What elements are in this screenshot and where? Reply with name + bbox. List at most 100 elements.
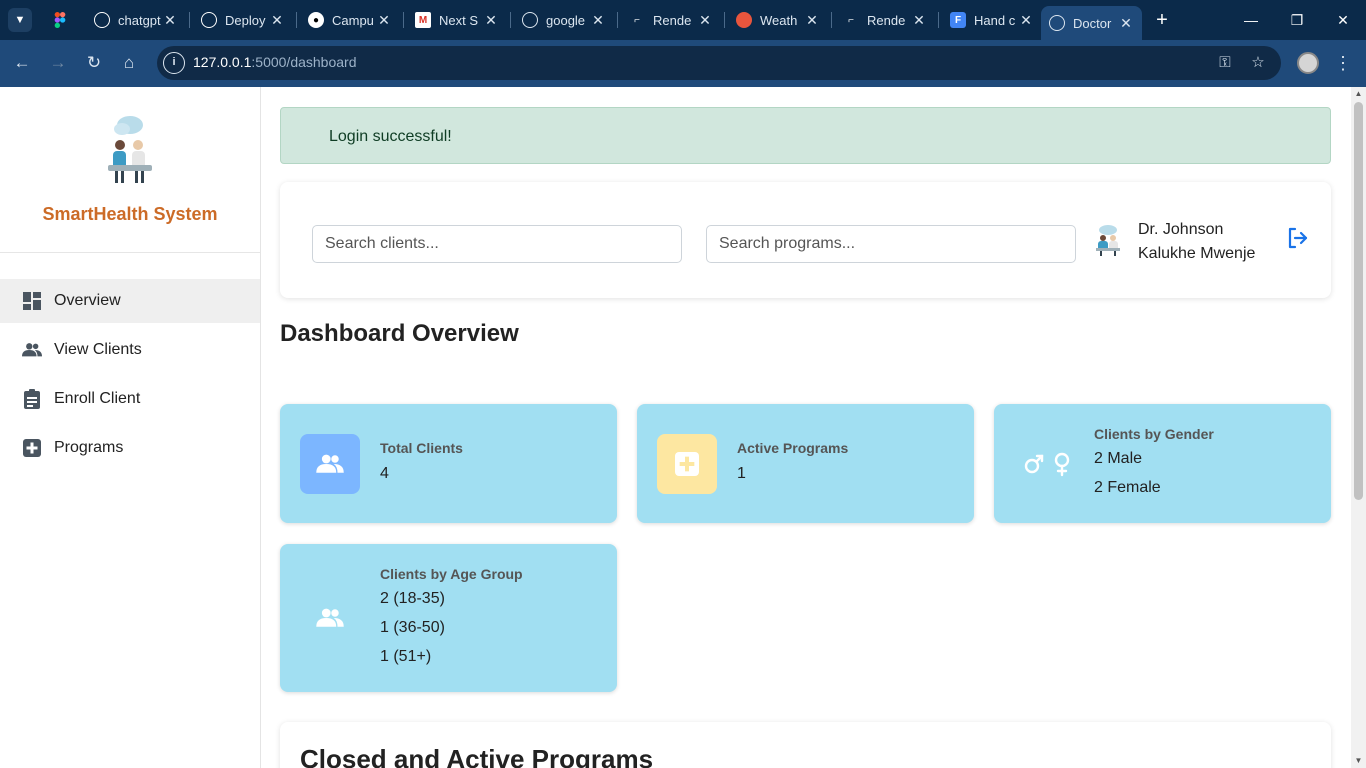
stat-card-active-programs: Active Programs 1 [637,404,974,523]
scrollbar-thumb[interactable] [1354,102,1363,500]
close-icon[interactable]: ✕ [1118,15,1134,32]
logout-icon[interactable] [1286,226,1310,250]
search-programs-input[interactable] [706,225,1076,263]
stat-value-female: 2 Female [1094,479,1161,496]
users-icon [300,434,360,494]
tab-deploy[interactable]: Deploy ✕ [193,6,293,34]
minimize-button[interactable]: — [1239,8,1263,32]
password-key-icon[interactable]: ⚿ [1214,52,1236,74]
close-icon[interactable]: ✕ [269,12,285,29]
search-clients-input[interactable] [312,225,682,263]
close-icon[interactable]: ✕ [590,12,606,29]
stat-label: Clients by Gender [1094,426,1214,442]
sidebar-item-label: Enroll Client [54,390,141,407]
browser-menu-button[interactable]: ⋮ [1333,51,1353,75]
tab-weather[interactable]: Weath ✕ [728,6,828,34]
sidebar: SmartHealth System Overview View Clients… [0,87,261,768]
plus-square-icon [22,438,42,458]
new-tab-button[interactable]: + [1150,8,1174,32]
tab-render-1[interactable]: ⌐ Rende ✕ [621,6,721,34]
bookmark-star-icon[interactable]: ☆ [1247,52,1269,74]
tab-separator [403,12,404,28]
logo-icon [104,115,156,185]
doctor-avatar [1092,224,1124,256]
tab-separator [510,12,511,28]
tab-separator [189,12,190,28]
github-icon: ● [308,12,324,28]
programs-section: Closed and Active Programs [280,722,1331,768]
sidebar-item-programs[interactable]: Programs [0,426,260,470]
sidebar-item-overview[interactable]: Overview [0,279,260,323]
page-title: Dashboard Overview [280,320,519,347]
stat-card-clients-by-age: Clients by Age Group 2 (18-35) 1 (36-50)… [280,544,617,692]
success-alert: Login successful! [280,107,1331,164]
stat-value-age-51-plus: 1 (51+) [380,648,432,665]
alert-message: Login successful! [329,128,452,145]
tab-campus[interactable]: ● Campu ✕ [300,6,400,34]
globe-icon [1049,15,1065,31]
tab-next[interactable]: M Next S ✕ [407,6,507,34]
close-icon[interactable]: ✕ [162,12,178,29]
gmail-icon: M [415,12,431,28]
openai-icon [201,12,217,28]
profile-avatar[interactable] [1297,52,1319,74]
users-icon [22,340,42,360]
stat-value-age-18-35: 2 (18-35) [380,590,445,607]
stat-card-total-clients: Total Clients 4 [280,404,617,523]
dashboard-icon [22,291,42,311]
tab-render-2[interactable]: ⌐ Rende ✕ [835,6,935,34]
close-icon[interactable]: ✕ [483,12,499,29]
tab-separator [831,12,832,28]
reload-button[interactable]: ↻ [82,51,106,75]
sidebar-item-label: View Clients [54,341,142,358]
search-header-card: Dr. Johnson Kalukhe Mwenje [280,182,1331,298]
stat-label: Clients by Age Group [380,566,523,582]
close-icon[interactable]: ✕ [376,12,392,29]
tab-separator [296,12,297,28]
sidebar-item-enroll-client[interactable]: Enroll Client [0,377,260,421]
sidebar-item-view-clients[interactable]: View Clients [0,328,260,372]
scroll-up-arrow-icon[interactable]: ▲ [1354,89,1363,99]
back-button[interactable]: ← [10,51,34,75]
url-text[interactable]: 127.0.0.1:5000/dashboard [193,54,356,70]
tab-separator [724,12,725,28]
user-name: Dr. Johnson Kalukhe Mwenje [1138,221,1256,262]
forms-icon: F [950,12,966,28]
figma-icon [52,12,68,28]
home-button[interactable]: ⌂ [117,51,141,75]
stat-value-male: 2 Male [1094,450,1143,467]
sidebar-item-label: Overview [54,292,121,309]
close-icon[interactable]: ✕ [911,12,927,29]
stat-label: Total Clients [380,440,463,456]
clipboard-icon [22,389,42,409]
restore-button[interactable]: ❐ [1285,8,1309,32]
scroll-down-arrow-icon[interactable]: ▼ [1354,756,1363,766]
stat-label: Active Programs [737,440,849,456]
close-icon[interactable]: ✕ [1018,12,1034,29]
stat-value: 1 [737,465,746,482]
tab-separator [617,12,618,28]
tab-google[interactable]: google ✕ [514,6,614,34]
weather-icon [736,12,752,28]
gender-icon [1014,434,1084,494]
tab-figma[interactable] [44,6,80,34]
forward-button[interactable]: → [46,51,70,75]
close-icon[interactable]: ✕ [804,12,820,29]
openai-icon [94,12,110,28]
tab-search-button[interactable]: ▼ [8,8,32,32]
close-window-button[interactable]: ✕ [1331,8,1355,32]
section-title: Closed and Active Programs [300,744,654,768]
render-icon: ⌐ [848,14,854,26]
close-icon[interactable]: ✕ [697,12,713,29]
sidebar-divider [0,252,260,253]
site-info-icon[interactable]: i [163,52,185,74]
sidebar-item-label: Programs [54,439,124,456]
tab-doctor[interactable]: Doctor ✕ [1041,6,1142,40]
stat-value: 4 [380,465,389,482]
users-icon [300,588,360,648]
plus-square-icon [657,434,717,494]
stat-value-age-36-50: 1 (36-50) [380,619,445,636]
tab-hand[interactable]: F Hand c ✕ [942,6,1042,34]
tab-chatgpt[interactable]: chatgpt ✕ [86,6,186,34]
tab-separator [938,12,939,28]
